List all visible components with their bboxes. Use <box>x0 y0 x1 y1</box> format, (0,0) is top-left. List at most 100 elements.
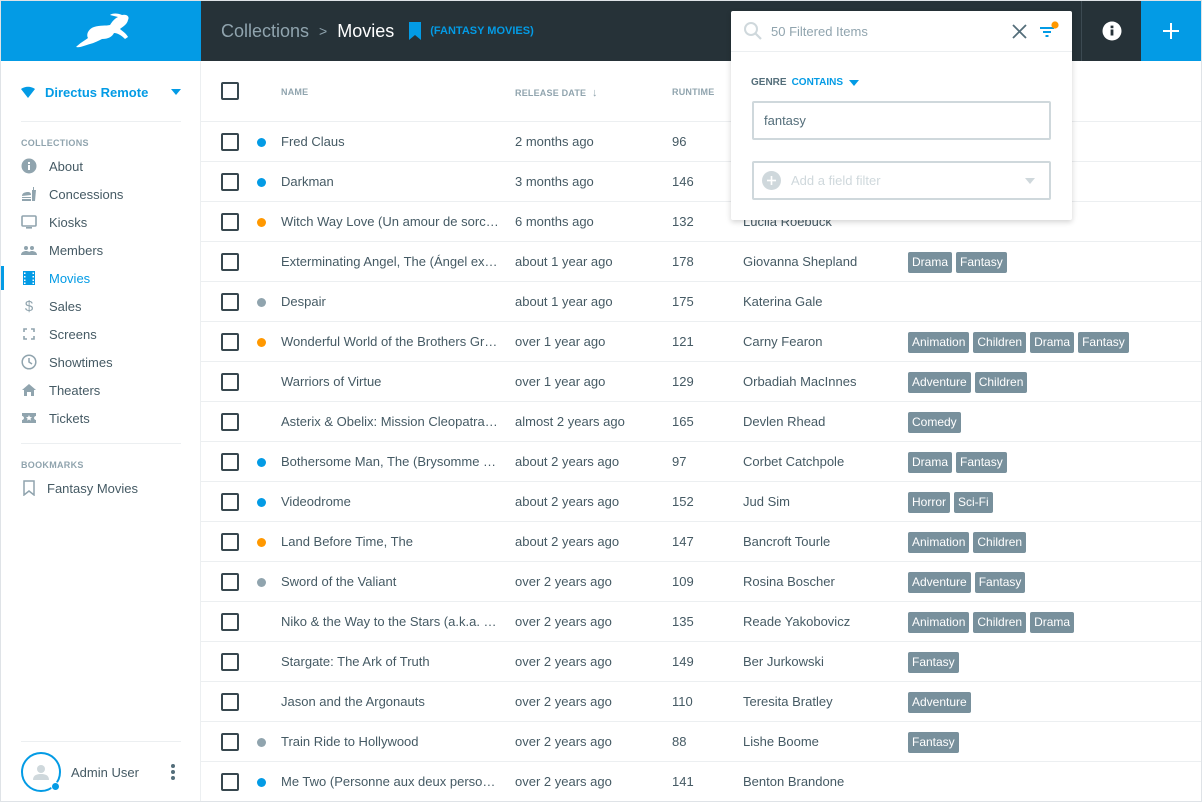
genre-tags: Drama Fantasy <box>908 442 1007 482</box>
table-row[interactable]: Exterminating Angel, The (Ángel ex… about… <box>201 242 1201 282</box>
column-label: RELEASE DATE <box>515 88 587 98</box>
table-row[interactable]: Land Before Time, The about 2 years ago 14… <box>201 522 1201 562</box>
column-header-runtime[interactable]: RUNTIME <box>672 87 714 97</box>
sidebar-item-label: About <box>49 158 83 174</box>
avatar[interactable] <box>21 752 61 792</box>
genre-tags: Drama Fantasy <box>908 242 1007 282</box>
table-row[interactable]: Me Two (Personne aux deux perso… over 2 y… <box>201 762 1201 801</box>
cell-director: Ber Jurkowski <box>743 654 824 669</box>
cell-name: Wonderful World of the Brothers Gr… <box>281 334 498 349</box>
cell-runtime: 147 <box>672 534 694 549</box>
home-icon <box>21 382 37 398</box>
row-checkbox[interactable] <box>221 293 239 311</box>
filter-operator-dropdown[interactable]: CONTAINS <box>792 77 843 88</box>
add-field-filter-select[interactable]: Add a field filter <box>752 161 1051 200</box>
page-title: Movies <box>337 20 395 41</box>
cell-release-date: over 1 year ago <box>515 374 606 389</box>
filter-toggle-button[interactable] <box>1038 20 1060 42</box>
project-switcher[interactable]: Directus Remote <box>21 81 181 103</box>
cell-runtime: 146 <box>672 174 694 189</box>
sidebar-item-movies[interactable]: Movies <box>1 264 201 292</box>
table-row[interactable]: Bothersome Man, The (Brysomme … about 2 y… <box>201 442 1201 482</box>
wifi-icon <box>21 86 35 98</box>
more-options-icon[interactable] <box>165 764 181 780</box>
filter-icon <box>1040 21 1059 37</box>
sidebar-item-label: Tickets <box>49 410 90 426</box>
table-row[interactable]: Sword of the Valiant over 2 years ago 109 R… <box>201 562 1201 602</box>
table-row[interactable]: Warriors of Virtue over 1 year ago 129 Orba… <box>201 362 1201 402</box>
sidebar-item-label: Members <box>49 242 104 258</box>
collections-heading: COLLECTIONS <box>21 138 89 148</box>
sidebar-item-showtimes[interactable]: Showtimes <box>1 348 201 376</box>
sidebar-item-label: Theaters <box>49 382 101 398</box>
genre-tags: Adventure Fantasy <box>908 562 1026 602</box>
table-row[interactable]: Stargate: The Ark of Truth over 2 years a… <box>201 642 1201 682</box>
row-checkbox[interactable] <box>221 253 239 271</box>
status-dot <box>257 578 266 587</box>
row-checkbox[interactable] <box>221 213 239 231</box>
row-checkbox[interactable] <box>221 613 239 631</box>
search-input[interactable] <box>771 23 991 39</box>
column-header-release-date[interactable]: RELEASE DATE ↓ <box>515 87 598 99</box>
row-checkbox[interactable] <box>221 453 239 471</box>
row-checkbox[interactable] <box>221 133 239 151</box>
row-checkbox[interactable] <box>221 653 239 671</box>
divider <box>21 121 181 122</box>
cell-director: Jud Sim <box>743 494 790 509</box>
genre-tags: Animation Children <box>908 522 1027 562</box>
column-header-name[interactable]: NAME <box>281 87 308 97</box>
sidebar-item-sales[interactable]: $ Sales <box>1 292 201 320</box>
row-checkbox[interactable] <box>221 413 239 431</box>
bookmark-item-fantasy-movies[interactable]: Fantasy Movies <box>1 474 201 502</box>
collections-nav: About Concessions Kiosks Members Movies … <box>1 152 201 432</box>
clear-filters-button[interactable] <box>1009 21 1029 41</box>
cell-release-date: about 1 year ago <box>515 254 613 269</box>
cell-director: Devlen Rhead <box>743 414 826 429</box>
table-row[interactable]: Niko & the Way to the Stars (a.k.a. … ove… <box>201 602 1201 642</box>
row-checkbox[interactable] <box>221 533 239 551</box>
row-checkbox[interactable] <box>221 333 239 351</box>
close-icon <box>1011 23 1027 39</box>
person-icon <box>33 765 49 780</box>
add-filter-placeholder: Add a field filter <box>791 173 881 188</box>
row-checkbox[interactable] <box>221 173 239 191</box>
cell-director: Bancroft Tourle <box>743 534 831 549</box>
table-row[interactable]: Asterix & Obelix: Mission Cleopatra… almo… <box>201 402 1201 442</box>
select-all-checkbox[interactable] <box>221 82 239 100</box>
genre-tag: Animation <box>908 611 970 633</box>
info-button[interactable] <box>1081 1 1141 61</box>
sidebar-item-theaters[interactable]: Theaters <box>1 376 201 404</box>
breadcrumb-collections[interactable]: Collections <box>221 21 309 42</box>
bookmark-outline-icon <box>21 480 37 496</box>
caret-down-icon[interactable] <box>849 79 860 86</box>
table-row[interactable]: Videodrome about 2 years ago 152 Jud Sim Hor… <box>201 482 1201 522</box>
sidebar-item-kiosks[interactable]: Kiosks <box>1 208 201 236</box>
sidebar-item-label: Movies <box>49 270 91 286</box>
sidebar-item-about[interactable]: About <box>1 152 201 180</box>
table-row[interactable]: Train Ride to Hollywood over 2 years ago 8… <box>201 722 1201 762</box>
table-row[interactable]: Wonderful World of the Brothers Gr… over … <box>201 322 1201 362</box>
add-item-button[interactable] <box>1141 1 1201 61</box>
row-checkbox[interactable] <box>221 573 239 591</box>
active-bookmark-label[interactable]: (FANTASY MOVIES) <box>430 25 534 37</box>
row-checkbox[interactable] <box>221 493 239 511</box>
filter-value-input[interactable] <box>752 101 1051 140</box>
table-row[interactable]: Despair about 1 year ago 175 Katerina Gale <box>201 282 1201 322</box>
table-row[interactable]: Jason and the Argonauts over 2 years ago 1… <box>201 682 1201 722</box>
bookmark-icon[interactable] <box>408 22 422 40</box>
row-checkbox[interactable] <box>221 373 239 391</box>
row-checkbox[interactable] <box>221 733 239 751</box>
sidebar-item-screens[interactable]: Screens <box>1 320 201 348</box>
cell-runtime: 88 <box>672 734 687 749</box>
sidebar-item-members[interactable]: Members <box>1 236 201 264</box>
logo[interactable] <box>1 1 201 61</box>
row-checkbox[interactable] <box>221 773 239 791</box>
user-menu[interactable]: Admin User <box>21 751 181 793</box>
genre-tag: Drama <box>908 451 953 473</box>
cell-runtime: 109 <box>672 574 694 589</box>
genre-tag: Fantasy <box>956 451 1007 473</box>
row-checkbox[interactable] <box>221 693 239 711</box>
sidebar-item-concessions[interactable]: Concessions <box>1 180 201 208</box>
sidebar-item-tickets[interactable]: Tickets <box>1 404 201 432</box>
info-icon <box>21 158 37 174</box>
